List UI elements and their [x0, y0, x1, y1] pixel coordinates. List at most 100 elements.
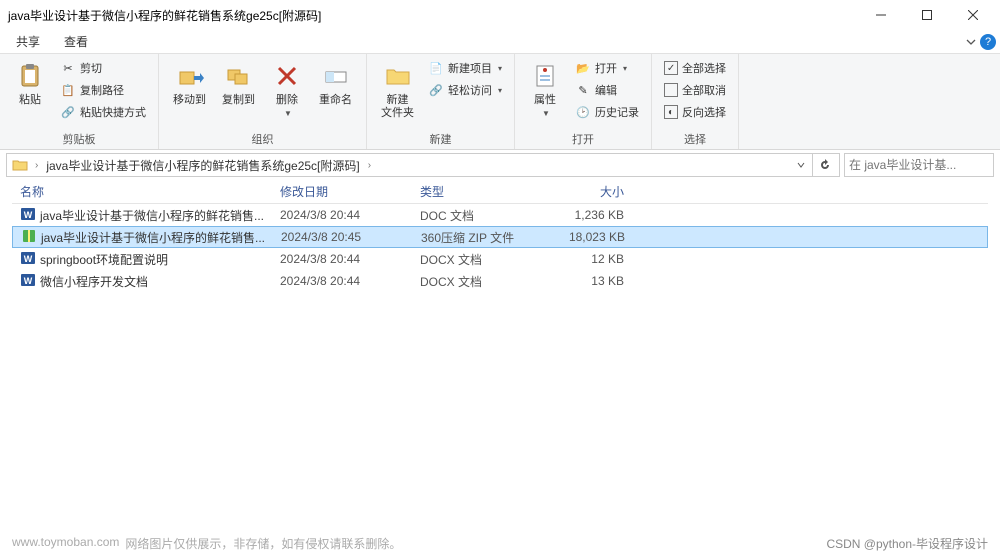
- cut-icon: ✂: [60, 60, 76, 76]
- svg-text:W: W: [24, 210, 33, 220]
- footer-credit: CSDN @python-毕设程序设计: [826, 535, 988, 552]
- file-row[interactable]: W springboot环境配置说明 2024/3/8 20:44 DOCX 文…: [12, 248, 988, 270]
- svg-text:W: W: [24, 276, 33, 286]
- list-header: 名称 修改日期 类型 大小: [12, 180, 988, 204]
- search-input[interactable]: [849, 158, 989, 172]
- file-icon: W: [20, 272, 36, 291]
- properties-button[interactable]: 属性 ▼: [523, 58, 567, 120]
- breadcrumb[interactable]: › java毕业设计基于微信小程序的鲜花销售系统ge25c[附源码] ›: [6, 153, 840, 177]
- invert-icon: ◐: [664, 105, 678, 119]
- file-name: 微信小程序开发文档: [40, 273, 148, 290]
- file-date: 2024/3/8 20:45: [273, 230, 413, 244]
- window-title: java毕业设计基于微信小程序的鲜花销售系统ge25c[附源码]: [4, 7, 858, 24]
- paste-icon: [14, 60, 46, 92]
- ribbon: 粘贴 ✂剪切 📋复制路径 🔗粘贴快捷方式 剪贴板 移动到 复制到 删除: [0, 54, 1000, 150]
- tab-share[interactable]: 共享: [4, 29, 52, 54]
- edit-icon: ✎: [575, 82, 591, 98]
- new-folder-button[interactable]: 新建 文件夹: [375, 58, 420, 122]
- file-name-cell: W java毕业设计基于微信小程序的鲜花销售...: [12, 206, 272, 225]
- tab-view[interactable]: 查看: [52, 29, 100, 54]
- move-to-button[interactable]: 移动到: [167, 58, 212, 109]
- address-bar: › java毕业设计基于微信小程序的鲜花销售系统ge25c[附源码] ›: [0, 150, 1000, 180]
- select-all-button[interactable]: ✓全部选择: [660, 58, 730, 78]
- delete-icon: [271, 60, 303, 92]
- paste-button[interactable]: 粘贴: [8, 58, 52, 109]
- file-type: DOCX 文档: [412, 273, 532, 290]
- footer: www.toymoban.com 网络图片仅供展示，非存储，如有侵权请联系删除。…: [0, 531, 1000, 556]
- rename-icon: [320, 60, 352, 92]
- file-type: 360压缩 ZIP 文件: [413, 229, 533, 246]
- ribbon-collapse-icon[interactable]: [966, 37, 976, 47]
- select-all-icon: ✓: [664, 61, 678, 75]
- history-button[interactable]: 🕑历史记录: [571, 102, 643, 122]
- shortcut-icon: 🔗: [60, 104, 76, 120]
- file-name: springboot环境配置说明: [40, 251, 168, 268]
- col-type[interactable]: 类型: [412, 183, 532, 200]
- open-button[interactable]: 📂打开▾: [571, 58, 643, 78]
- col-size[interactable]: 大小: [532, 183, 632, 200]
- easy-access-button[interactable]: 🔗轻松访问▾: [424, 80, 506, 100]
- file-date: 2024/3/8 20:44: [272, 252, 412, 266]
- select-none-icon: [664, 83, 678, 97]
- file-size: 18,023 KB: [533, 230, 633, 244]
- file-row[interactable]: W java毕业设计基于微信小程序的鲜花销售... 2024/3/8 20:44…: [12, 204, 988, 226]
- rename-button[interactable]: 重命名: [313, 58, 358, 109]
- new-project-button[interactable]: 📄新建项目▾: [424, 58, 506, 78]
- folder-icon: [11, 156, 29, 174]
- copy-to-button[interactable]: 复制到: [216, 58, 261, 109]
- ribbon-group-select: ✓全部选择 全部取消 ◐反向选择 选择: [652, 54, 739, 149]
- file-icon: W: [20, 206, 36, 225]
- file-name-cell: W 微信小程序开发文档: [12, 272, 272, 291]
- file-name-cell: W springboot环境配置说明: [12, 250, 272, 269]
- move-icon: [174, 60, 206, 92]
- copy-path-button[interactable]: 📋复制路径: [56, 80, 150, 100]
- addr-dropdown-button[interactable]: [789, 153, 813, 177]
- crumb-sep-icon[interactable]: ›: [31, 160, 42, 171]
- easy-access-icon: 🔗: [428, 82, 444, 98]
- new-project-icon: 📄: [428, 60, 444, 76]
- col-date[interactable]: 修改日期: [272, 183, 412, 200]
- titlebar: java毕业设计基于微信小程序的鲜花销售系统ge25c[附源码]: [0, 0, 1000, 30]
- search-box[interactable]: [844, 153, 994, 177]
- file-size: 12 KB: [532, 252, 632, 266]
- file-date: 2024/3/8 20:44: [272, 274, 412, 288]
- invert-selection-button[interactable]: ◐反向选择: [660, 102, 730, 122]
- file-type: DOC 文档: [412, 207, 532, 224]
- file-list: 名称 修改日期 类型 大小 W java毕业设计基于微信小程序的鲜花销售... …: [0, 180, 1000, 292]
- file-icon: W: [20, 250, 36, 269]
- file-type: DOCX 文档: [412, 251, 532, 268]
- file-name: java毕业设计基于微信小程序的鲜花销售...: [41, 229, 265, 246]
- ribbon-group-organize: 移动到 复制到 删除 ▼ 重命名 组织: [159, 54, 367, 149]
- history-icon: 🕑: [575, 104, 591, 120]
- help-button[interactable]: ?: [980, 34, 996, 50]
- crumb-sep-icon[interactable]: ›: [364, 160, 375, 171]
- properties-icon: [529, 60, 561, 92]
- breadcrumb-item[interactable]: java毕业设计基于微信小程序的鲜花销售系统ge25c[附源码]: [42, 155, 363, 176]
- minimize-button[interactable]: [858, 0, 904, 30]
- file-row[interactable]: W 微信小程序开发文档 2024/3/8 20:44 DOCX 文档 13 KB: [12, 270, 988, 292]
- ribbon-group-open: 属性 ▼ 📂打开▾ ✎编辑 🕑历史记录 打开: [515, 54, 652, 149]
- file-size: 1,236 KB: [532, 208, 632, 222]
- ribbon-tabs: 共享 查看 ?: [0, 30, 1000, 54]
- paste-shortcut-button[interactable]: 🔗粘贴快捷方式: [56, 102, 150, 122]
- col-name[interactable]: 名称: [12, 183, 272, 200]
- edit-button[interactable]: ✎编辑: [571, 80, 643, 100]
- file-name: java毕业设计基于微信小程序的鲜花销售...: [40, 207, 264, 224]
- close-button[interactable]: [950, 0, 996, 30]
- file-size: 13 KB: [532, 274, 632, 288]
- ribbon-group-new: 新建 文件夹 📄新建项目▾ 🔗轻松访问▾ 新建: [367, 54, 515, 149]
- refresh-button[interactable]: [813, 153, 837, 177]
- ribbon-group-clipboard: 粘贴 ✂剪切 📋复制路径 🔗粘贴快捷方式 剪贴板: [0, 54, 159, 149]
- file-date: 2024/3/8 20:44: [272, 208, 412, 222]
- delete-button[interactable]: 删除 ▼: [265, 58, 309, 120]
- cut-button[interactable]: ✂剪切: [56, 58, 150, 78]
- copy-icon: [223, 60, 255, 92]
- file-row[interactable]: java毕业设计基于微信小程序的鲜花销售... 2024/3/8 20:45 3…: [12, 226, 988, 248]
- maximize-button[interactable]: [904, 0, 950, 30]
- file-name-cell: java毕业设计基于微信小程序的鲜花销售...: [13, 228, 273, 247]
- open-icon: 📂: [575, 60, 591, 76]
- svg-text:W: W: [24, 254, 33, 264]
- select-none-button[interactable]: 全部取消: [660, 80, 730, 100]
- copy-path-icon: 📋: [60, 82, 76, 98]
- file-icon: [21, 228, 37, 247]
